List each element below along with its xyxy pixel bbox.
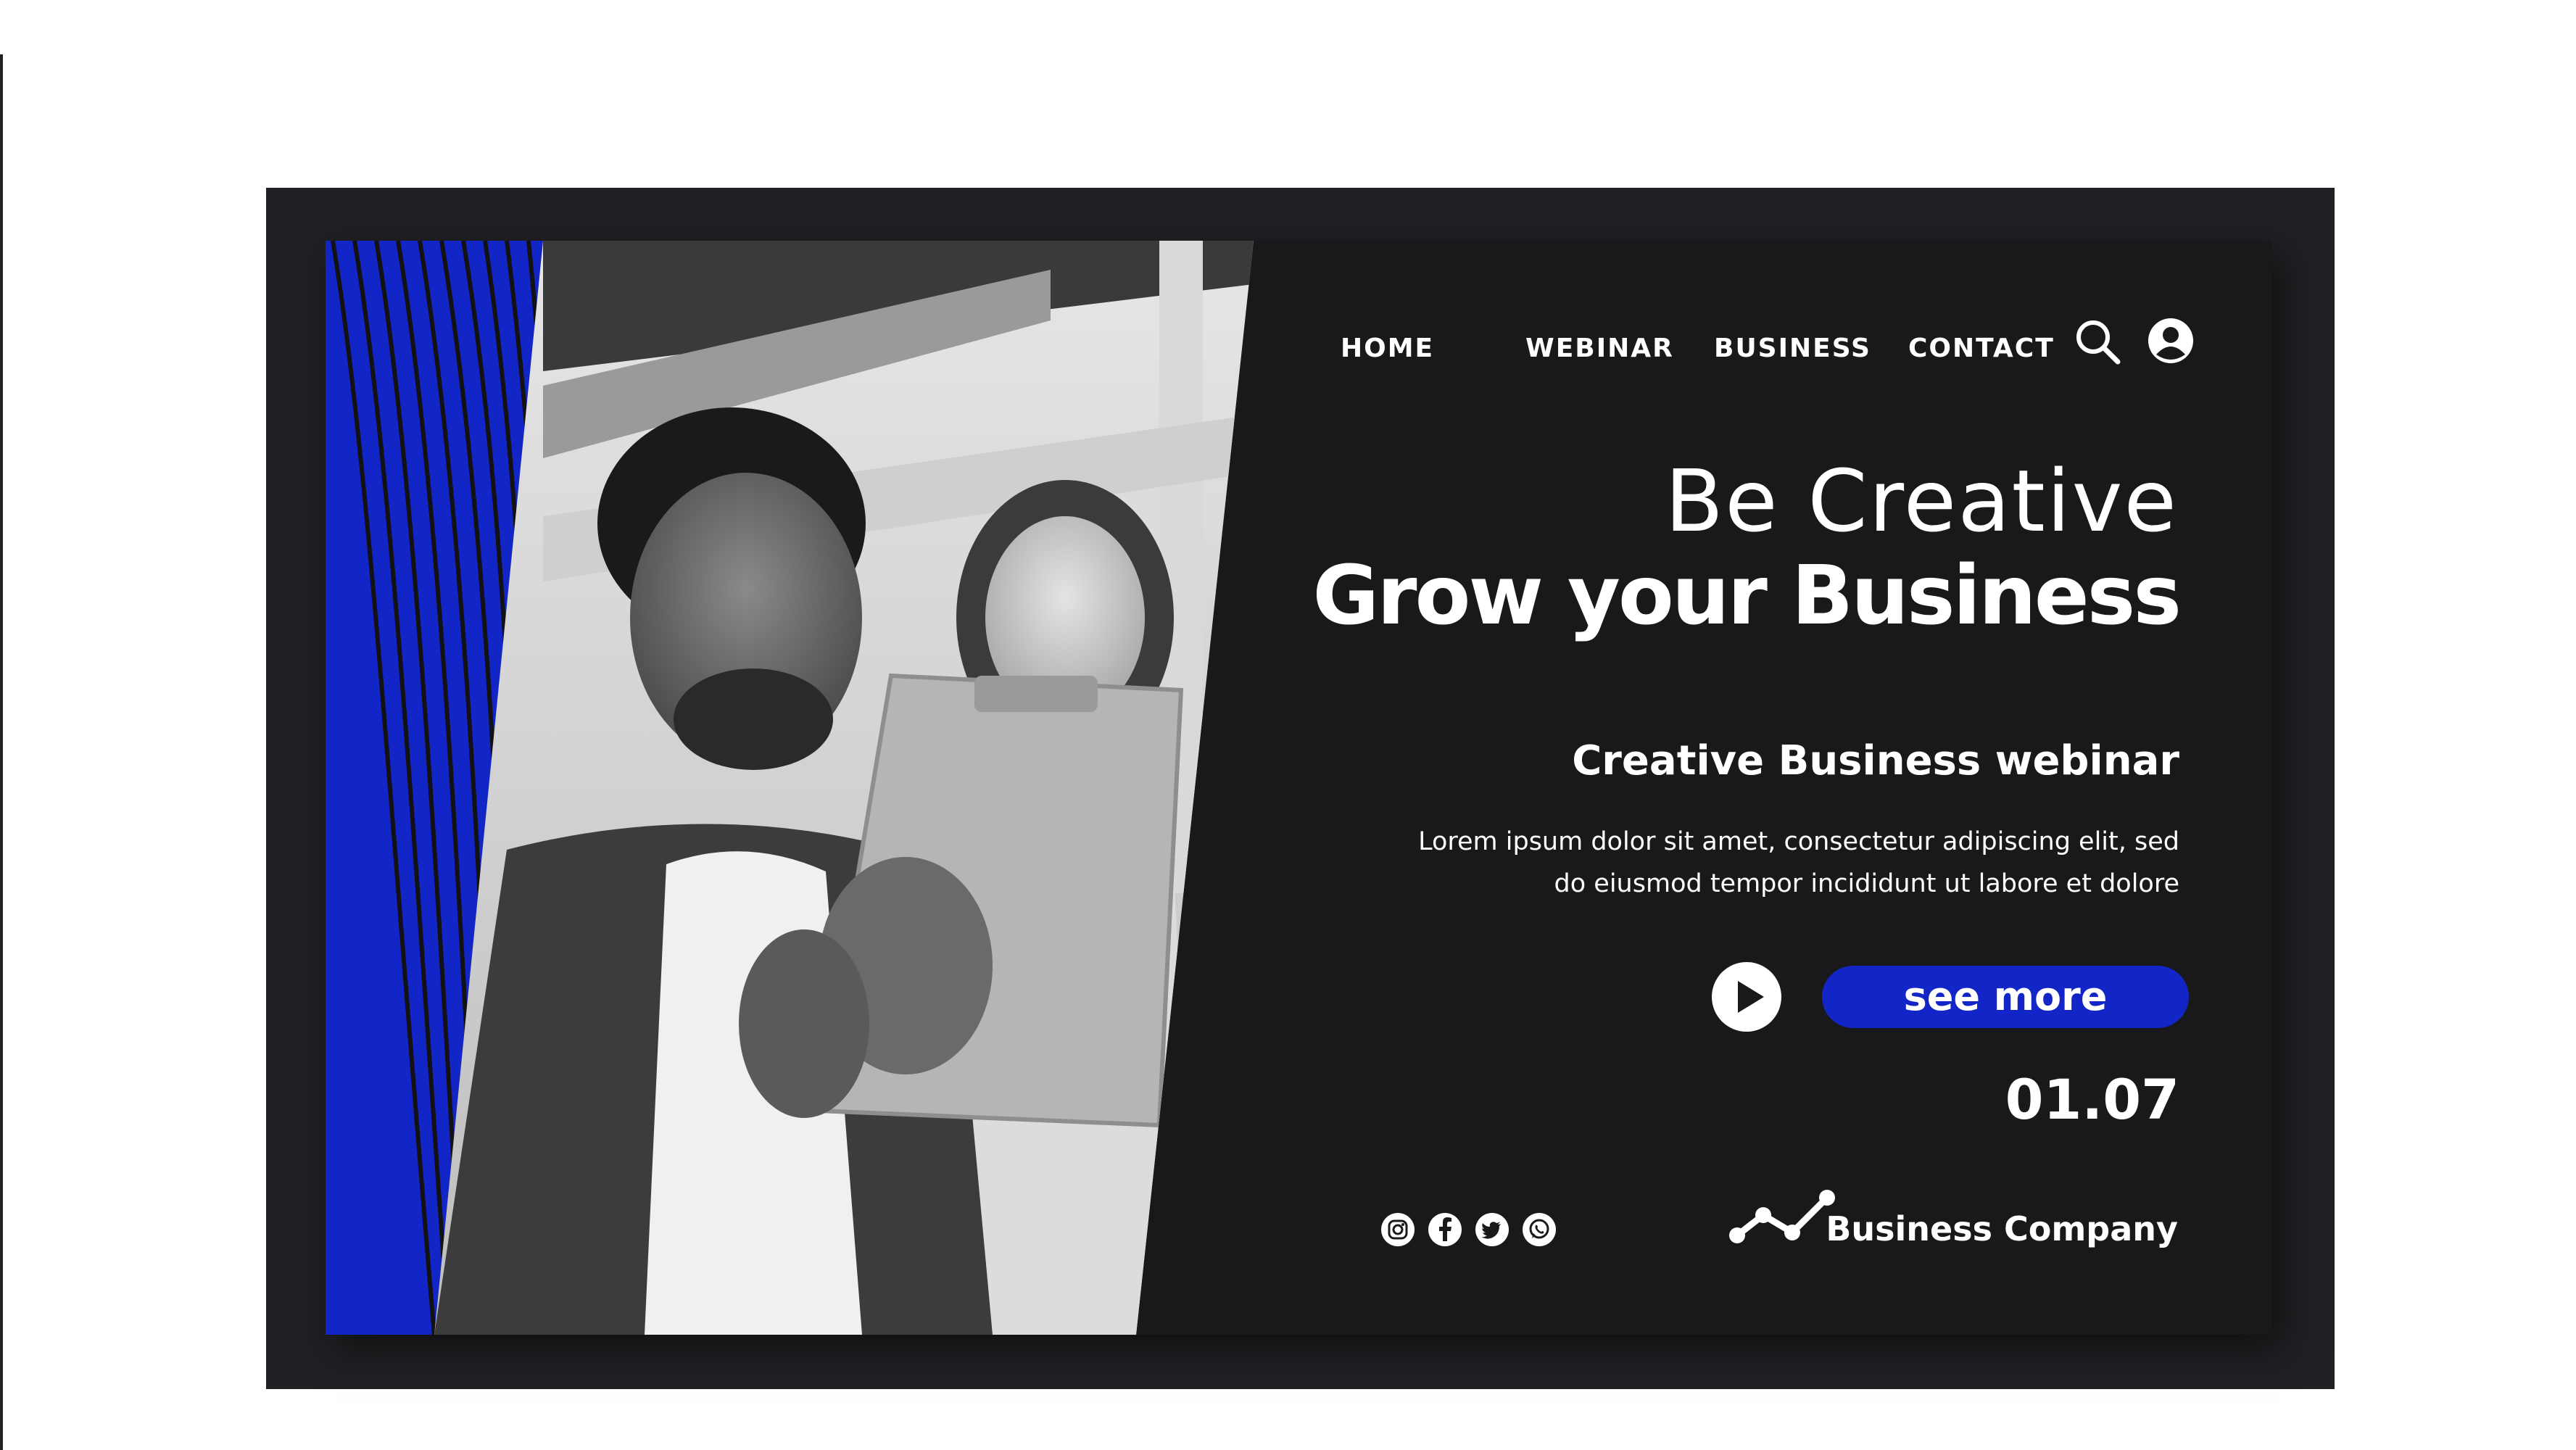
nav-business[interactable]: BUSINESS bbox=[1714, 334, 1871, 363]
landing-page-card: HOME WEBINAR BUSINESS CONTACT Be Creativ… bbox=[326, 241, 2272, 1335]
hero-title-bold: Grow your Business bbox=[1312, 549, 2182, 643]
company-name: Business Company bbox=[1826, 1209, 2178, 1248]
user-account-icon[interactable] bbox=[2147, 317, 2195, 365]
instagram-icon[interactable] bbox=[1380, 1212, 1415, 1247]
nav-webinar[interactable]: WEBINAR bbox=[1525, 334, 1674, 363]
hero-title-light: Be Creative bbox=[1665, 451, 2178, 551]
play-icon[interactable] bbox=[1712, 962, 1781, 1032]
event-date: 01.07 bbox=[2005, 1067, 2179, 1132]
nav-home[interactable]: HOME bbox=[1341, 334, 1434, 363]
banner-frame: HOME WEBINAR BUSINESS CONTACT Be Creativ… bbox=[266, 188, 2335, 1389]
description-text: Lorem ipsum dolor sit amet, consectetur … bbox=[1418, 827, 2179, 898]
see-more-button[interactable]: see more bbox=[1822, 966, 2189, 1028]
webinar-subtitle: Creative Business webinar bbox=[1572, 737, 2179, 784]
whatsapp-icon[interactable] bbox=[1522, 1212, 1557, 1247]
page-edge-rule bbox=[0, 54, 3, 1450]
nav-contact[interactable]: CONTACT bbox=[1908, 334, 2055, 363]
trend-line-icon bbox=[1728, 1183, 1837, 1248]
facebook-icon[interactable] bbox=[1428, 1212, 1462, 1247]
twitter-icon[interactable] bbox=[1475, 1212, 1509, 1247]
search-icon[interactable] bbox=[2073, 317, 2124, 368]
hero-visual bbox=[326, 241, 1254, 1335]
